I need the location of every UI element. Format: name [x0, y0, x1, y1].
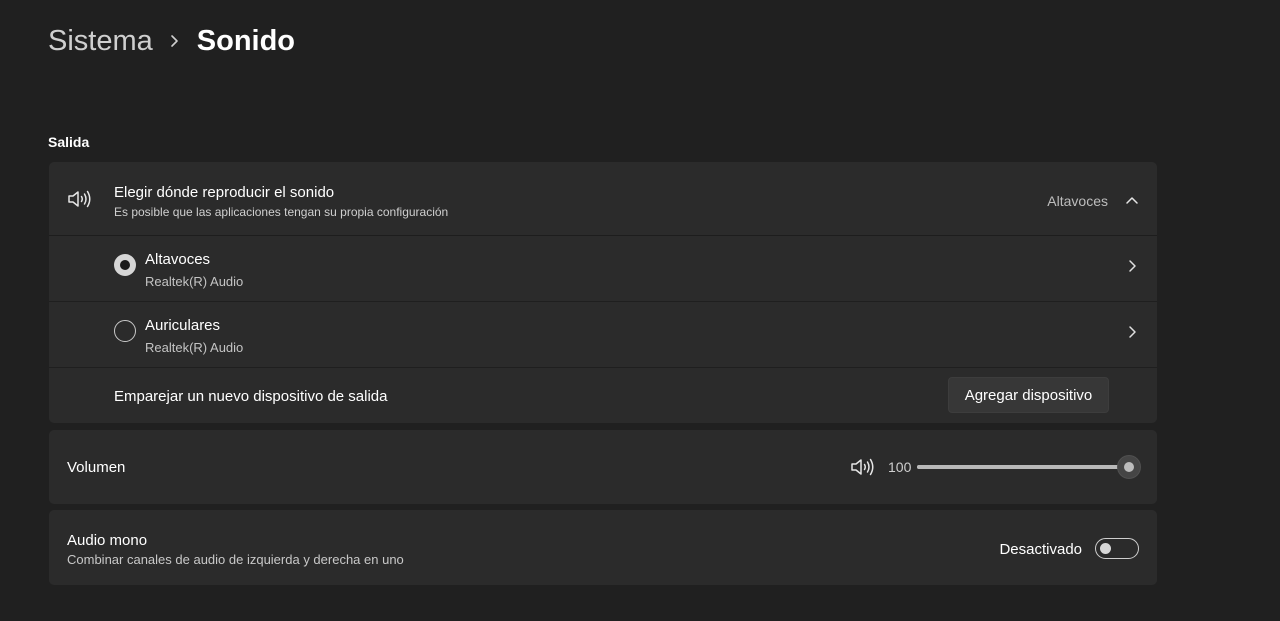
sound-settings-page: Sistema Sonido Salida Elegir dónde repro… [0, 0, 1280, 621]
slider-thumb[interactable] [1117, 455, 1141, 479]
toggle-knob [1100, 543, 1111, 554]
slider-fill [917, 465, 1129, 469]
device-radio-auriculares[interactable] [114, 320, 136, 342]
choose-output-subtitle: Es posible que las aplicaciones tengan s… [114, 205, 449, 219]
pair-device-label: Emparejar un nuevo dispositivo de salida [114, 388, 388, 405]
chevron-right-icon[interactable] [1127, 259, 1137, 278]
device-name: Altavoces [145, 251, 211, 268]
mono-toggle-state: Desactivado [999, 541, 1082, 558]
chevron-right-icon[interactable] [1127, 325, 1137, 344]
device-row-auriculares[interactable]: Auriculares Realtek(R) Audio [49, 302, 1157, 368]
volume-card: Volumen 100 [49, 430, 1157, 504]
volume-value: 100 [888, 459, 912, 475]
choose-output-title: Elegir dónde reproducir el sonido [114, 184, 335, 201]
speaker-icon[interactable] [850, 457, 876, 482]
chevron-up-icon[interactable] [1125, 192, 1139, 210]
mono-audio-subtitle: Combinar canales de audio de izquierda y… [67, 552, 404, 567]
mono-audio-title: Audio mono [67, 532, 148, 549]
device-row-altavoces[interactable]: Altavoces Realtek(R) Audio [49, 236, 1157, 302]
choose-output-header[interactable]: Elegir dónde reproducir el sonido Es pos… [49, 162, 1157, 236]
volume-label: Volumen [67, 459, 126, 476]
output-device-card: Elegir dónde reproducir el sonido Es pos… [49, 162, 1157, 423]
selected-output-value: Altavoces [1047, 193, 1108, 209]
add-device-button[interactable]: Agregar dispositivo [948, 377, 1109, 413]
mono-audio-card: Audio mono Combinar canales de audio de … [49, 510, 1157, 585]
section-title-output: Salida [48, 134, 90, 150]
page-title: Sonido [196, 24, 296, 57]
volume-slider[interactable] [917, 455, 1141, 479]
device-name: Auriculares [145, 317, 221, 334]
device-driver: Realtek(R) Audio [145, 340, 244, 355]
chevron-right-icon [153, 34, 197, 48]
device-radio-altavoces[interactable] [114, 254, 136, 276]
pair-device-row: Emparejar un nuevo dispositivo de salida… [49, 368, 1157, 423]
device-driver: Realtek(R) Audio [145, 274, 244, 289]
speaker-icon [67, 189, 93, 214]
breadcrumb: Sistema Sonido [48, 20, 295, 62]
breadcrumb-parent[interactable]: Sistema [48, 25, 153, 58]
mono-audio-toggle[interactable] [1095, 538, 1139, 559]
